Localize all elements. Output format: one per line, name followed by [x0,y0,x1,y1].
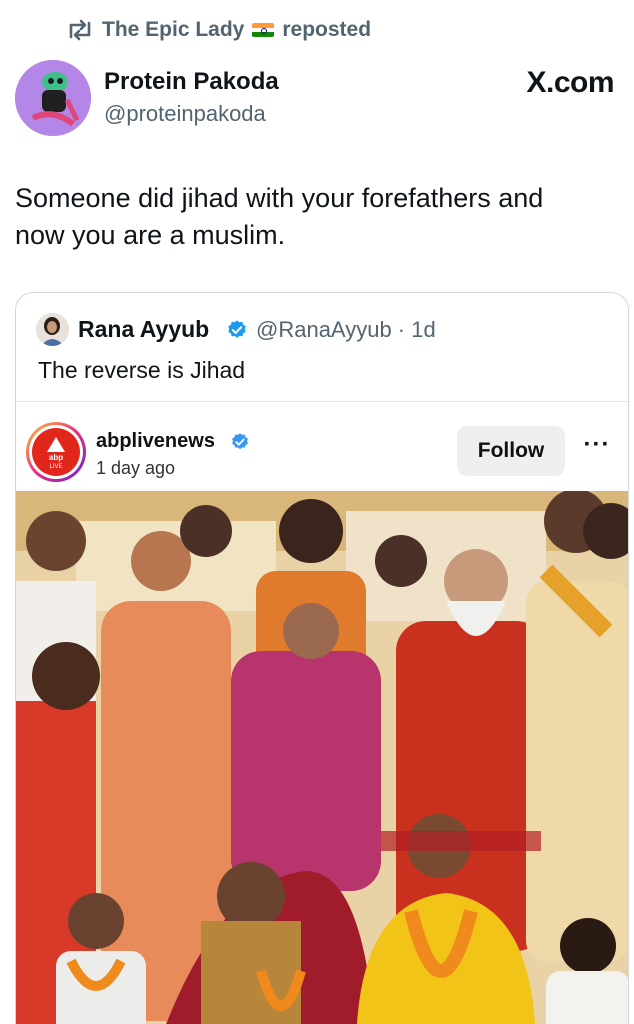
avatar-illustration [15,60,91,136]
repost-suffix: reposted [282,18,372,41]
repost-icon [69,19,91,41]
tweet-text-line: now you are a muslim. [15,220,286,250]
verified-badge-icon [228,320,246,338]
svg-text:abp: abp [49,453,63,462]
ceremony-photo [16,491,628,1024]
quoted-avatar[interactable] [36,313,69,346]
author-handle[interactable]: @proteinpakoda [104,101,266,127]
tweet-text-line: Someone did jihad with your forefathers … [15,183,544,213]
embedded-account-name[interactable]: abplivenews [96,430,215,453]
quoted-author-name[interactable]: Rana Ayyub [78,316,209,343]
embedded-photo[interactable] [16,491,628,1024]
embedded-post-header: abp LIVE abplivenews 1 day ago Follow ··… [16,401,628,491]
embedded-post-time: 1 day ago [96,458,176,478]
x-logo[interactable]: X.com [526,66,614,100]
follow-button[interactable]: Follow [457,426,565,476]
author-avatar[interactable] [15,60,91,136]
quoted-tweet[interactable]: Rana Ayyub @RanaAyyub · 1d The reverse i… [15,292,629,1024]
repost-indicator[interactable]: The Epic Lady reposted [66,18,371,42]
india-flag-icon [252,23,275,37]
more-icon[interactable]: ··· [582,433,612,462]
quoted-handle[interactable]: @RanaAyyub · 1d [256,317,436,343]
abp-live-logo[interactable]: abp LIVE [26,422,86,482]
quoted-avatar-illustration [36,313,69,346]
svg-text:LIVE: LIVE [49,464,62,470]
author-name[interactable]: Protein Pakoda [104,68,279,96]
reposter-name: The Epic Lady [102,18,245,41]
tweet-text: Someone did jihad with your forefathers … [15,180,615,254]
quoted-text: The reverse is Jihad [38,357,246,383]
verified-badge-icon [232,433,248,450]
abp-logo-mark: abp LIVE [47,437,65,470]
